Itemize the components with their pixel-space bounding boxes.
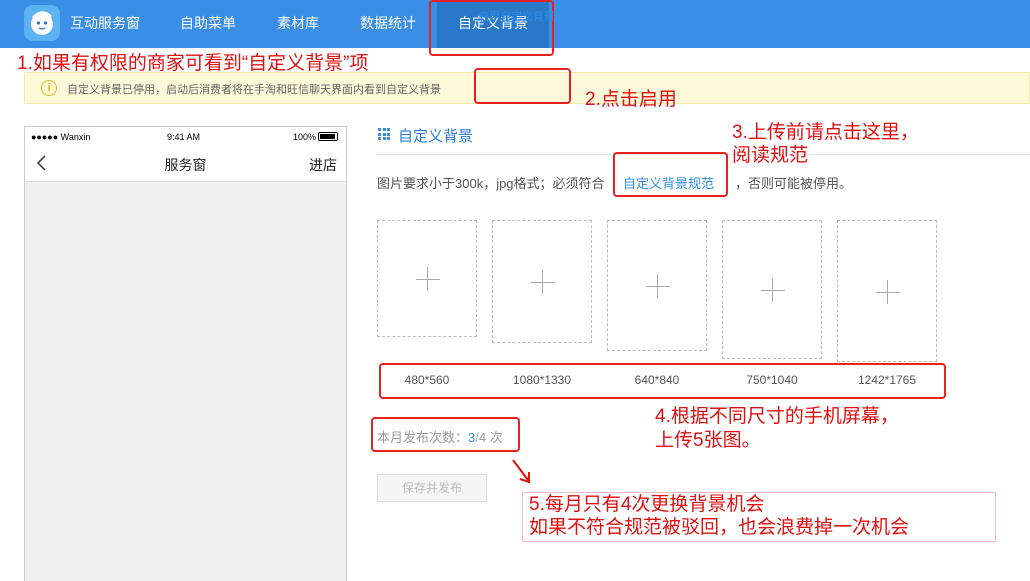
- upload-slot-1[interactable]: [377, 220, 477, 337]
- battery-icon: [318, 132, 338, 141]
- requirement-text: 图片要求小于300k，jpg格式；必须符合: [377, 176, 605, 191]
- upload-slot-4[interactable]: [722, 220, 822, 359]
- battery-label: 100%: [293, 132, 317, 142]
- nav-item-service-window[interactable]: 互动服务窗: [70, 0, 140, 48]
- annotation-4-line2: 上传5张图。: [655, 430, 761, 451]
- upload-slot-5[interactable]: [837, 220, 937, 362]
- enable-background-link[interactable]: 启用自定义背景: [478, 8, 555, 24]
- highlight-enable-box: [474, 68, 571, 104]
- phone-preview: ●●●●● Wanxin 9:41 AM 100% 服务窗 进店: [24, 126, 347, 581]
- arrow-icon: [512, 459, 530, 484]
- notice-text: 自定义背景已停用，启动后消费者将在手淘和旺信聊天界面内看到自定义背景: [67, 84, 441, 96]
- phone-title: 服务窗: [164, 157, 207, 173]
- plus-icon: [876, 292, 900, 293]
- annotation-5: 5.每月只有4次更换背景机会 如果不符合规范被驳回，也会浪费掉一次机会: [522, 492, 996, 542]
- annotation-3-line2: 阅读规范: [732, 145, 809, 166]
- page: 互动服务窗 自助菜单 素材库 数据统计 自定义背景 1.如果有权限的商家可看到“…: [0, 0, 1030, 581]
- annotation-2: 2.点击启用: [585, 89, 677, 110]
- annotation-5-line2: 如果不符合规范被驳回，也会浪费掉一次机会: [529, 517, 910, 538]
- save-publish-button[interactable]: 保存并发布: [377, 474, 487, 502]
- enter-shop-button: 进店: [309, 157, 337, 173]
- plus-icon: [531, 282, 555, 283]
- highlight-sizes-box: [379, 363, 946, 399]
- nav-item-custom-menu[interactable]: 自助菜单: [180, 0, 236, 48]
- app-logo-icon: [24, 5, 60, 41]
- nav-item-statistics[interactable]: 数据统计: [360, 0, 416, 48]
- plus-icon: [646, 286, 670, 287]
- grid-icon: [378, 128, 390, 140]
- plus-icon: [761, 290, 785, 291]
- upload-slot-2[interactable]: [492, 220, 592, 343]
- section-title: 自定义背景: [398, 128, 474, 145]
- carrier-label: ●●●●● Wanxin: [31, 132, 91, 142]
- plus-icon: [416, 279, 440, 280]
- annotation-3-line1: 3.上传前请点击这里，: [732, 122, 919, 143]
- clock-label: 9:41 AM: [167, 132, 201, 142]
- phone-navbar: 服务窗 进店: [25, 147, 346, 182]
- annotation-4-line1: 4.根据不同尺寸的手机屏幕，: [655, 406, 899, 427]
- requirement-suffix: ，否则可能被停用。: [735, 176, 853, 191]
- nav-item-materials[interactable]: 素材库: [277, 0, 319, 48]
- phone-status-bar: ●●●●● Wanxin 9:41 AM 100%: [25, 127, 346, 147]
- info-icon: i: [41, 80, 57, 96]
- highlight-spec-box: [613, 152, 728, 197]
- annotation-5-line1: 5.每月只有4次更换背景机会: [529, 494, 765, 515]
- upload-slot-3[interactable]: [607, 220, 707, 351]
- highlight-count-box: [371, 417, 520, 452]
